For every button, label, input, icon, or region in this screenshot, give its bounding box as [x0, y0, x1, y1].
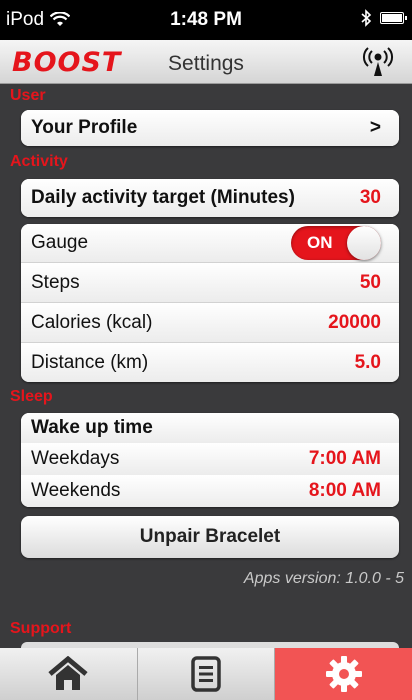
section-header-user: User	[0, 84, 412, 108]
app-version: Apps version: 1.0.0 - 5	[243, 570, 404, 587]
nav-bar: BOOST Settings	[0, 40, 412, 84]
section-header-support: Support	[0, 617, 412, 641]
weekends-value: 8:00 AM	[308, 480, 381, 501]
distance-value: 5.0	[354, 351, 381, 373]
your-profile-label: Your Profile	[31, 117, 138, 138]
gauge-card: Gauge ON Steps 50 Calories (kcal) 20000 …	[21, 224, 399, 382]
calories-label: Calories (kcal)	[31, 311, 153, 333]
user-card: Your Profile >	[21, 110, 399, 146]
sync-signal-icon[interactable]	[358, 46, 398, 78]
status-time: 1:48 PM	[170, 9, 242, 30]
weekdays-label: Weekdays	[31, 448, 120, 469]
steps-label: Steps	[31, 271, 80, 293]
home-icon	[48, 656, 88, 690]
sleep-card: Wake up time Weekdays 7:00 AM Weekends 8…	[21, 413, 399, 507]
daily-target-value: 30	[359, 187, 381, 208]
gauge-toggle-knob	[347, 226, 381, 260]
tab-settings[interactable]	[275, 648, 412, 700]
daily-target-card: Daily activity target (Minutes) 30	[21, 179, 399, 217]
calories-value: 20000	[328, 311, 381, 333]
steps-row[interactable]: Steps 50	[21, 262, 399, 302]
wake-up-row: Wake up time	[21, 413, 399, 443]
bluetooth-icon	[361, 9, 372, 27]
status-right	[360, 9, 407, 27]
calories-row[interactable]: Calories (kcal) 20000	[21, 302, 399, 342]
tab-home[interactable]	[0, 648, 138, 700]
section-header-sleep: Sleep	[0, 385, 412, 409]
your-profile-row[interactable]: Your Profile >	[21, 110, 399, 146]
weekends-row[interactable]: Weekends 8:00 AM	[21, 475, 399, 507]
page-title: Settings	[168, 52, 244, 75]
steps-value: 50	[359, 271, 381, 293]
weekends-label: Weekends	[31, 480, 121, 501]
unpair-bracelet-button[interactable]: Unpair Bracelet	[21, 516, 399, 558]
tab-bar	[0, 648, 412, 700]
weekdays-row[interactable]: Weekdays 7:00 AM	[21, 443, 399, 475]
distance-label: Distance (km)	[31, 351, 149, 373]
weekdays-value: 7:00 AM	[308, 448, 381, 469]
gauge-toggle-label: ON	[307, 233, 333, 252]
gear-icon	[325, 656, 362, 692]
section-header-activity: Activity	[0, 150, 412, 174]
distance-row[interactable]: Distance (km) 5.0	[21, 342, 399, 382]
tab-summary[interactable]	[137, 648, 276, 700]
gauge-row: Gauge ON	[21, 224, 399, 262]
chevron-right-icon: >	[369, 117, 381, 138]
list-icon	[191, 656, 221, 692]
wake-up-label: Wake up time	[31, 417, 153, 438]
gauge-toggle[interactable]: ON	[291, 226, 381, 260]
status-bar: iPod 1:48 PM	[0, 0, 412, 40]
gauge-label: Gauge	[31, 232, 89, 253]
daily-target-row[interactable]: Daily activity target (Minutes) 30	[21, 179, 399, 217]
battery-icon	[380, 12, 407, 24]
daily-target-label: Daily activity target (Minutes)	[31, 187, 295, 208]
